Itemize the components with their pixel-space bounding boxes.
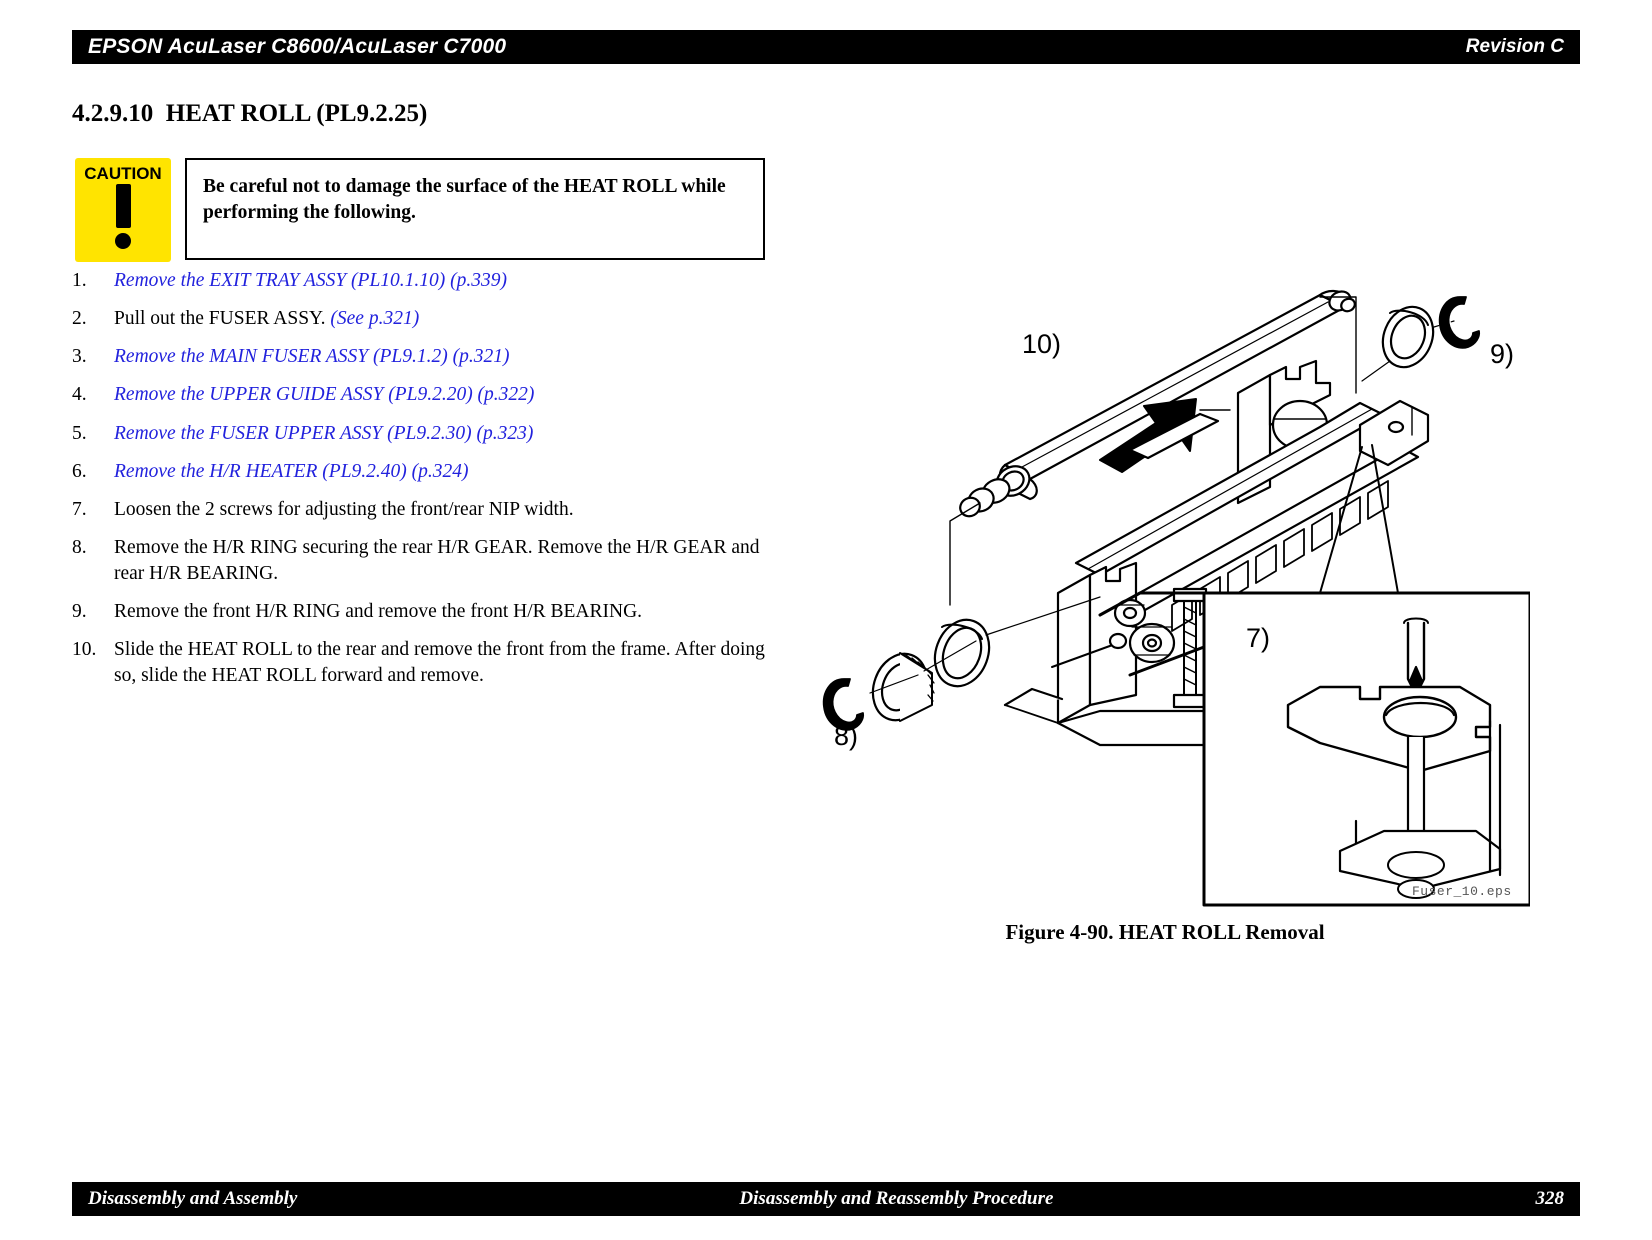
page-number: 328: [1535, 1188, 1565, 1209]
page-header-bar: EPSON AcuLaser C8600/AcuLaser C7000 Revi…: [72, 30, 1580, 64]
section-heading: 4.2.9.10 HEAT ROLL (PL9.2.25): [72, 100, 428, 127]
step-link[interactable]: Remove the UPPER GUIDE ASSY (PL9.2.20) (…: [114, 384, 534, 405]
step-text: Remove the MAIN FUSER ASSY (PL9.1.2) (p.…: [114, 344, 782, 370]
step-number: 3.: [72, 346, 87, 368]
step-link[interactable]: (See p.321): [330, 308, 419, 329]
caution-block: CAUTION Be careful not to damage the sur…: [75, 158, 765, 262]
step-text: Remove the FUSER UPPER ASSY (PL9.2.30) (…: [114, 421, 782, 447]
figure-heat-roll-removal: 10) 9) 8) 7): [800, 275, 1530, 915]
step-number: 7.: [72, 498, 87, 520]
step-text: Remove the UPPER GUIDE ASSY (PL9.2.20) (…: [114, 382, 782, 408]
step-number: 6.: [72, 460, 87, 482]
procedure-steps-list: 1. Remove the EXIT TRAY ASSY (PL10.1.10)…: [72, 268, 782, 702]
step-number: 8.: [72, 536, 87, 558]
caution-text: Be careful not to damage the surface of …: [203, 176, 726, 224]
caution-badge: CAUTION: [75, 158, 171, 262]
caution-text-box: Be careful not to damage the surface of …: [185, 158, 765, 260]
list-item: 8. Remove the H/R RING securing the rear…: [72, 535, 782, 587]
exclamation-icon: [115, 184, 131, 249]
callout-label-8: 8): [834, 721, 858, 751]
step-number: 9.: [72, 601, 87, 623]
list-item: 2. Pull out the FUSER ASSY. (See p.321): [72, 306, 782, 332]
page-footer-bar: Disassembly and Assembly Disassembly and…: [72, 1182, 1580, 1216]
callout-label-9: 9): [1490, 339, 1514, 369]
manual-title: EPSON AcuLaser C8600/AcuLaser C7000: [88, 35, 507, 58]
callout-label-7: 7): [1246, 623, 1270, 653]
list-item: 1. Remove the EXIT TRAY ASSY (PL10.1.10)…: [72, 268, 782, 294]
figure-source-filename: Fuser_10.eps: [1412, 884, 1512, 899]
list-item: 6. Remove the H/R HEATER (PL9.2.40) (p.3…: [72, 459, 782, 485]
step-plain-text: Loosen the 2 screws for adjusting the fr…: [114, 498, 574, 520]
step-link[interactable]: Remove the EXIT TRAY ASSY (PL10.1.10) (p…: [114, 270, 507, 291]
step-plain-text: Slide the HEAT ROLL to the rear and remo…: [114, 639, 765, 687]
footer-section-label: Disassembly and Reassembly Procedure: [739, 1188, 1054, 1209]
step-number: 10.: [72, 639, 97, 661]
figure-caption: Figure 4-90. HEAT ROLL Removal: [1005, 920, 1325, 944]
step-text: Remove the H/R RING securing the rear H/…: [114, 535, 782, 587]
step-text: Loosen the 2 screws for adjusting the fr…: [114, 497, 782, 523]
step-link[interactable]: Remove the MAIN FUSER ASSY (PL9.1.2) (p.…: [114, 346, 510, 367]
step-number: 5.: [72, 422, 87, 444]
step-text: Remove the front H/R RING and remove the…: [114, 599, 782, 625]
step-plain-text: Remove the front H/R RING and remove the…: [114, 601, 643, 623]
list-item: 3. Remove the MAIN FUSER ASSY (PL9.1.2) …: [72, 344, 782, 370]
step-number: 4.: [72, 384, 87, 406]
list-item: 7. Loosen the 2 screws for adjusting the…: [72, 497, 782, 523]
step-number: 1.: [72, 270, 87, 291]
revision-label: Revision C: [1465, 36, 1564, 57]
caution-badge-label: CAUTION: [84, 164, 162, 183]
step-text: Remove the EXIT TRAY ASSY (PL10.1.10) (p…: [114, 268, 782, 294]
step-text: Slide the HEAT ROLL to the rear and remo…: [114, 637, 782, 689]
heat-roll-exploded-diagram: 10) 9) 8) 7): [822, 289, 1530, 907]
step-plain-text: Pull out the FUSER ASSY.: [114, 308, 331, 330]
list-item: 9. Remove the front H/R RING and remove …: [72, 599, 782, 625]
step-text: Pull out the FUSER ASSY. (See p.321): [114, 306, 782, 332]
step-link[interactable]: Remove the H/R HEATER (PL9.2.40) (p.324): [114, 461, 469, 482]
callout-label-10: 10): [1022, 329, 1061, 359]
step-text: Remove the H/R HEATER (PL9.2.40) (p.324): [114, 459, 782, 485]
step-link[interactable]: Remove the FUSER UPPER ASSY (PL9.2.30) (…: [114, 423, 533, 444]
list-item: 5. Remove the FUSER UPPER ASSY (PL9.2.30…: [72, 421, 782, 447]
list-item: 4. Remove the UPPER GUIDE ASSY (PL9.2.20…: [72, 382, 782, 408]
step-plain-text: Remove the H/R RING securing the rear H/…: [114, 536, 760, 584]
list-item: 10. Slide the HEAT ROLL to the rear and …: [72, 637, 782, 689]
step-number: 2.: [72, 308, 87, 330]
